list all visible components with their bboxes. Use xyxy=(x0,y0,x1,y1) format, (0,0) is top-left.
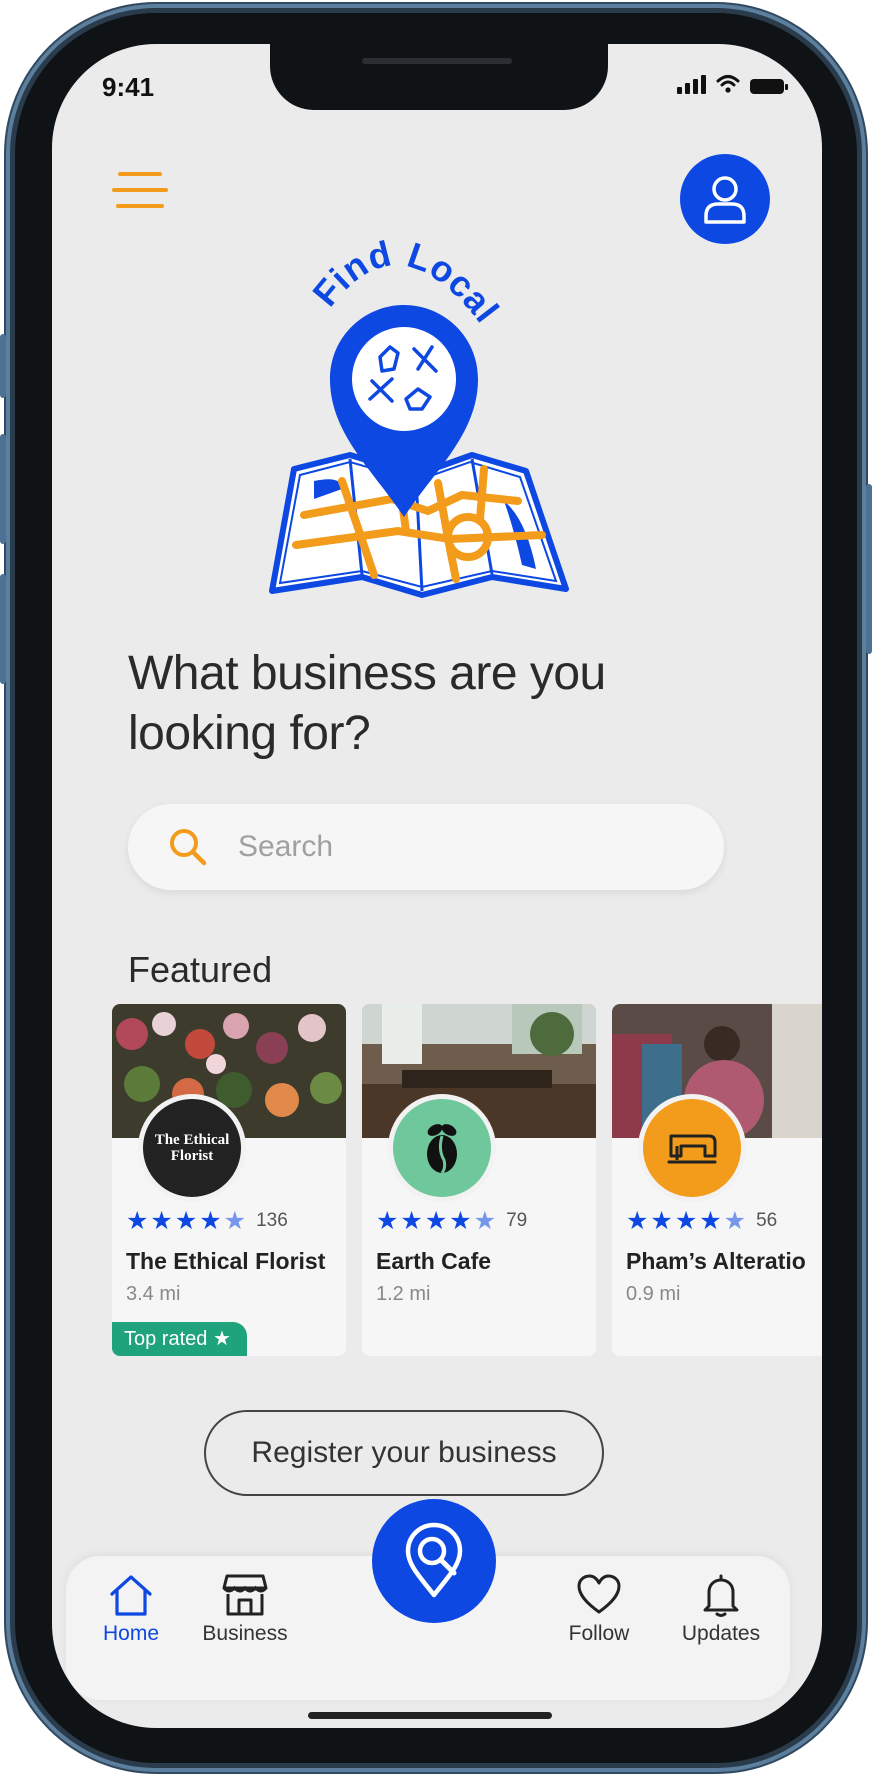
business-distance: 3.4 mi xyxy=(126,1283,181,1305)
tab-label: Updates xyxy=(681,1622,761,1645)
home-icon xyxy=(110,1575,152,1616)
florist-logo: The Ethical Florist xyxy=(138,1094,246,1202)
hamburger-menu-icon[interactable] xyxy=(112,172,168,216)
top-rated-badge: Top rated ★ xyxy=(112,1322,247,1356)
sewing-machine-icon xyxy=(638,1094,746,1202)
star-rating-icon: ★★★★★ xyxy=(376,1207,499,1235)
search-icon xyxy=(170,829,207,866)
search-input[interactable] xyxy=(236,829,640,865)
signal-icon xyxy=(677,74,706,94)
register-business-button[interactable]: Register your business xyxy=(204,1410,604,1496)
business-name: Pham’s Alteratio xyxy=(626,1248,806,1274)
featured-section-title: Featured xyxy=(128,949,273,990)
bell-icon xyxy=(703,1574,739,1617)
app-screen: 9:41 Find Local What business are you lo… xyxy=(52,44,822,1728)
star-rating-icon: ★★★★★ xyxy=(126,1207,249,1235)
star-rating-icon: ★★★★★ xyxy=(626,1207,749,1235)
profile-button[interactable] xyxy=(680,154,770,244)
rating: ★★★★★ 56 xyxy=(626,1206,777,1236)
rating: ★★★★★ 79 xyxy=(376,1206,527,1236)
florist-logo-text: The Ethical Florist xyxy=(154,1132,230,1164)
tab-updates[interactable]: Updates xyxy=(666,1572,776,1646)
notch xyxy=(270,44,608,110)
business-card[interactable]: ★★★★★ 79 Earth Cafe 1.2 mi xyxy=(362,1004,596,1356)
volume-button xyxy=(0,334,6,398)
status-time: 9:41 xyxy=(102,72,155,102)
tab-label: Business xyxy=(202,1622,288,1645)
heart-icon xyxy=(577,1574,621,1614)
coffee-bean-icon xyxy=(388,1094,496,1202)
business-distance: 1.2 mi xyxy=(376,1283,431,1305)
find-local-logo: Find Local xyxy=(269,232,569,598)
business-distance: 0.9 mi xyxy=(626,1283,681,1305)
home-indicator xyxy=(308,1712,552,1719)
status-icons xyxy=(677,74,788,94)
volume-button xyxy=(0,434,6,544)
tab-label: Follow xyxy=(568,1622,630,1645)
user-profile-icon xyxy=(704,176,746,224)
power-button xyxy=(866,484,872,654)
rating-count: 79 xyxy=(506,1210,528,1231)
business-card[interactable]: The Ethical Florist ★★★★★ 136 The Ethica… xyxy=(112,1004,346,1356)
find-nearby-button[interactable] xyxy=(372,1499,496,1623)
location-search-icon xyxy=(405,1522,463,1598)
storefront-icon xyxy=(222,1574,268,1616)
rating: ★★★★★ 136 xyxy=(126,1206,288,1236)
tab-business[interactable]: Business xyxy=(190,1572,300,1646)
page-headline: What business are you looking for? xyxy=(128,647,606,760)
rating-count: 136 xyxy=(256,1210,288,1231)
featured-carousel[interactable]: The Ethical Florist ★★★★★ 136 The Ethica… xyxy=(112,1004,822,1364)
tab-follow[interactable]: Follow xyxy=(544,1572,654,1646)
wifi-icon xyxy=(716,75,740,93)
search-bar[interactable] xyxy=(128,804,724,890)
volume-button xyxy=(0,574,6,684)
tab-label: Home xyxy=(102,1622,160,1645)
business-name: The Ethical Florist xyxy=(126,1248,326,1274)
rating-count: 56 xyxy=(756,1210,778,1231)
tab-home[interactable]: Home xyxy=(76,1572,186,1646)
business-name: Earth Cafe xyxy=(376,1248,492,1274)
business-card[interactable]: ★★★★★ 56 Pham’s Alteratio 0.9 mi xyxy=(612,1004,822,1356)
battery-icon xyxy=(750,79,788,94)
